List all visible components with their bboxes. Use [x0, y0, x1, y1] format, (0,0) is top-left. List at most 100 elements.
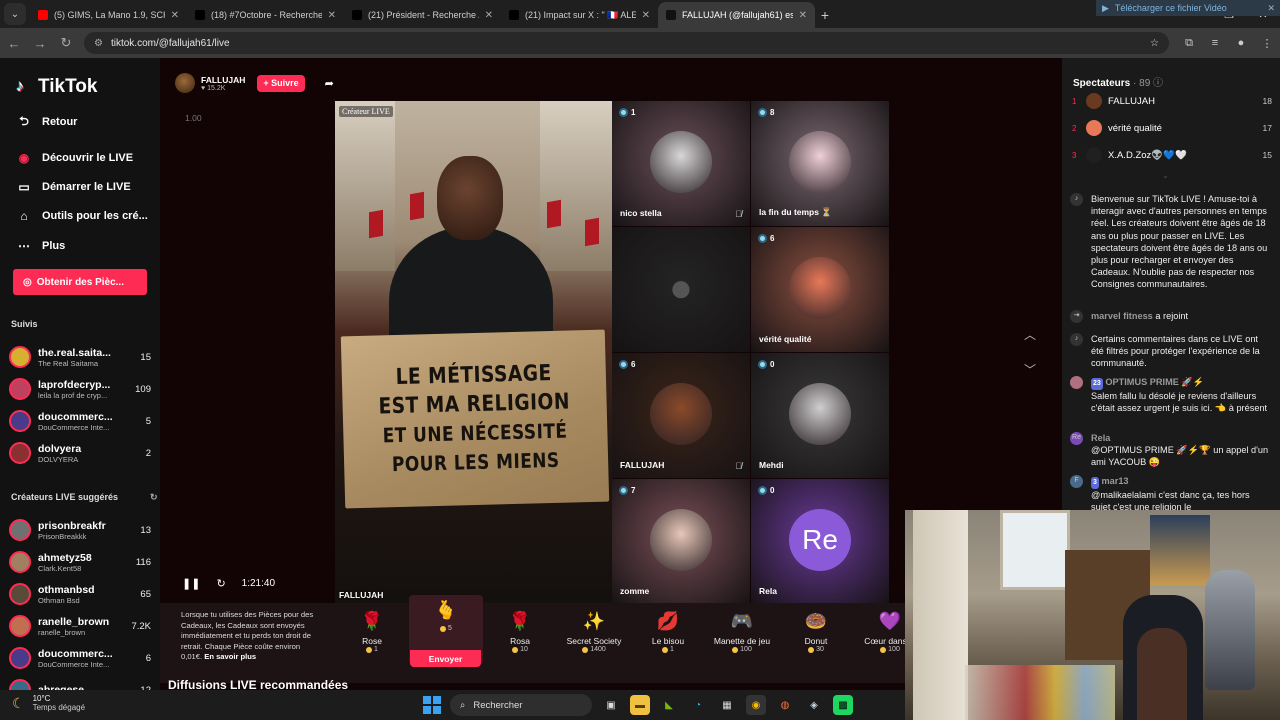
gift-icon: 🎮 [730, 610, 754, 631]
refresh-stream-icon[interactable]: ↻ [216, 577, 225, 590]
avatar: F [1070, 475, 1083, 488]
app-icon[interactable]: ▩ [833, 695, 853, 715]
chevron-up-icon[interactable]: ︿ [1024, 326, 1036, 343]
sidebar-item-label: Découvrir le LIVE [42, 152, 134, 164]
site-info-icon[interactable]: ⚙ [94, 38, 103, 49]
coin-icon [440, 625, 447, 632]
download-video-bar[interactable]: ▶ Télécharger ce fichier Vidéo ✕ [1096, 0, 1280, 16]
chat-username[interactable]: 23 OPTIMUS PRIME 🚀⚡ [1091, 377, 1204, 391]
chat-username[interactable]: Rela [1091, 433, 1110, 443]
browser-tab[interactable]: FALLUJAH (@fallujah61) est ✕ [658, 2, 815, 28]
account-name: laprofdecryp... [38, 378, 111, 391]
url-bar[interactable]: ⚙ tiktok.com/@fallujah61/live ☆ [84, 32, 1169, 54]
guest-tile[interactable]: 6 FALLUJAH 🎙̸ [612, 353, 750, 478]
guest-tile[interactable]: 7 zomme [612, 479, 750, 604]
chrome-icon[interactable]: ◉ [746, 695, 766, 715]
suggested-creator[interactable]: ahmetyz58 Clark.Kent58 116 [9, 547, 151, 577]
windows-start-icon[interactable] [423, 696, 441, 714]
suggested-creator[interactable]: ranelle_brown ranelle_brown 7.2K [9, 611, 151, 641]
gift-item[interactable]: 💋 Le bisou 1 [631, 606, 705, 666]
followed-account[interactable]: the.real.saita... The Real Saitama 15 [9, 342, 151, 372]
gift-item[interactable]: ✨ Secret Society 1400 [557, 606, 631, 666]
host-video[interactable]: LE MÉTISSAGE EST MA RELIGION ET UNE NÉCE… [335, 101, 612, 603]
spectator-rank-row[interactable]: 1 FALLUJAH 18 [1072, 93, 1272, 109]
followed-account[interactable]: dolvyera DOLVYERA 2 [9, 438, 151, 468]
close-tab-icon[interactable]: ✕ [171, 10, 179, 21]
chat-message: F 3 mar13 @malikaelalami c'est danc ça, t… [1070, 475, 1270, 514]
close-tab-icon[interactable]: ✕ [485, 10, 493, 21]
account-subtitle: PrisonBreakkk [38, 531, 87, 541]
close-icon[interactable]: ✕ [1267, 3, 1275, 14]
browser-tab[interactable]: (5) GIMS, La Mano 1.9, SCH - U ✕ [30, 2, 187, 28]
close-tab-icon[interactable]: ✕ [642, 10, 650, 21]
suggested-creator[interactable]: abregese... 12 [9, 675, 151, 690]
pause-icon[interactable]: ❚❚ [182, 577, 200, 590]
weather-widget[interactable]: ☾ 10°C Temps dégagé [12, 694, 85, 712]
follow-button[interactable]: + Suivre [257, 74, 305, 92]
edge-icon[interactable]: ◔ [688, 695, 708, 715]
tab-favicon-icon [509, 10, 519, 20]
tiktok-logo[interactable]: ♪ TikTok [16, 76, 97, 98]
guest-tile[interactable]: 6 vérité qualité [751, 227, 889, 352]
profile-avatar-icon[interactable]: ● [1231, 33, 1251, 53]
forward-arrow-icon[interactable]: → [28, 31, 52, 55]
file-explorer-icon[interactable]: ▬ [630, 695, 650, 715]
browser-tab[interactable]: (21) Impact sur X : " 🇫🇷 ALERT ✕ [501, 2, 658, 28]
bookmark-star-icon[interactable]: ☆ [1150, 38, 1159, 49]
learn-more-link[interactable]: En savoir plus [204, 652, 256, 661]
close-tab-icon[interactable]: ✕ [328, 10, 336, 21]
followed-account[interactable]: laprofdecryp... leila la prof de cryp...… [9, 374, 151, 404]
guest-tile[interactable]: 0 Mehdi [751, 353, 889, 478]
firefox-icon[interactable]: ◍ [775, 695, 795, 715]
steam-icon[interactable]: ◈ [804, 695, 824, 715]
sidebar-item-start-live[interactable]: ▭ Démarrer le LIVE [16, 179, 130, 195]
close-tab-icon[interactable]: ✕ [799, 10, 807, 21]
guest-tile[interactable]: 1 nico stella 🎙̸ [612, 101, 750, 226]
sidebar-item-creator-tools[interactable]: ⌂ Outils pour les cré... [16, 208, 147, 224]
followed-account[interactable]: doucommerc... DouCommerce Inte... 5 [9, 406, 151, 436]
spectator-rank-row[interactable]: 3 X.A.D.Zoz👽💙🤍 15 [1072, 147, 1272, 163]
reload-icon[interactable]: ↻ [54, 31, 78, 55]
suggested-creator[interactable]: doucommerc... DouCommerce Inte... 6 [9, 643, 151, 673]
share-icon[interactable]: ➦ [325, 77, 334, 90]
guest-tile[interactable]: 8 la fin du temps ⏳ [751, 101, 889, 226]
browser-menu-icon[interactable]: ⋮ [1257, 33, 1277, 53]
task-view-icon[interactable]: ▣ [601, 695, 621, 715]
tab-favicon-icon [352, 10, 362, 20]
spectator-rank-row[interactable]: 2 vérité qualité 17 [1072, 120, 1272, 136]
collapse-icon[interactable]: ⌄ [1162, 171, 1169, 180]
browser-tab[interactable]: (21) Président - Recherche / X ✕ [344, 2, 501, 28]
back-arrow-icon[interactable]: ← [2, 31, 26, 55]
gift-item[interactable]: 🍩 Donut 30 [779, 606, 853, 666]
gift-item[interactable]: 🌹 Rosa 10 [483, 606, 557, 666]
viewer-count: 2 [145, 447, 151, 459]
account-subtitle: The Real Saitama [38, 358, 99, 368]
new-tab-button[interactable]: + [815, 2, 835, 28]
gift-item[interactable]: 🎮 Manette de jeu 100 [705, 606, 779, 666]
nvidia-icon[interactable]: ◣ [659, 695, 679, 715]
spectators-header[interactable]: Spectateurs · 89 ⓘ [1073, 74, 1163, 89]
guest-tile[interactable]: 0 Re Rela [751, 479, 889, 604]
guest-tile[interactable]: ● [612, 227, 750, 352]
extensions-icon[interactable]: ⧉ [1179, 33, 1199, 53]
chat-username[interactable]: 3 mar13 [1091, 476, 1129, 490]
host-name[interactable]: FALLUJAH [201, 75, 245, 85]
back-link[interactable]: ⮌ Retour [16, 114, 77, 130]
host-avatar[interactable] [175, 73, 195, 93]
chevron-down-icon[interactable]: ﹀ [1024, 361, 1036, 378]
refresh-icon[interactable]: ↻ [150, 492, 158, 503]
browser-tab[interactable]: (18) #7Octobre - Recherche / X ✕ [187, 2, 344, 28]
suggested-creator[interactable]: prisonbreakfr PrisonBreakkk 13 [9, 515, 151, 545]
gift-item[interactable]: 🌹 Rose 1 [335, 606, 409, 666]
store-icon[interactable]: ▦ [717, 695, 737, 715]
chat-username[interactable]: marvel fitness [1091, 311, 1153, 321]
taskbar-search[interactable]: ⌕ Rechercher [450, 694, 592, 716]
get-coins-button[interactable]: ◎ Obtenir des Pièc... [13, 269, 147, 295]
suggested-creator[interactable]: othmanbsd Othman Bsd 65 [9, 579, 151, 609]
send-gift-button[interactable]: Envoyer [410, 650, 481, 667]
tab-search-menu-button[interactable]: ⌄ [4, 3, 26, 25]
sidebar-item-more[interactable]: ⋯ Plus [16, 238, 65, 254]
media-controls-icon[interactable]: ≡ [1205, 33, 1225, 53]
sidebar-item-discover-live[interactable]: ◉ Découvrir le LIVE [16, 150, 133, 166]
info-icon[interactable]: ⓘ [1153, 78, 1163, 89]
